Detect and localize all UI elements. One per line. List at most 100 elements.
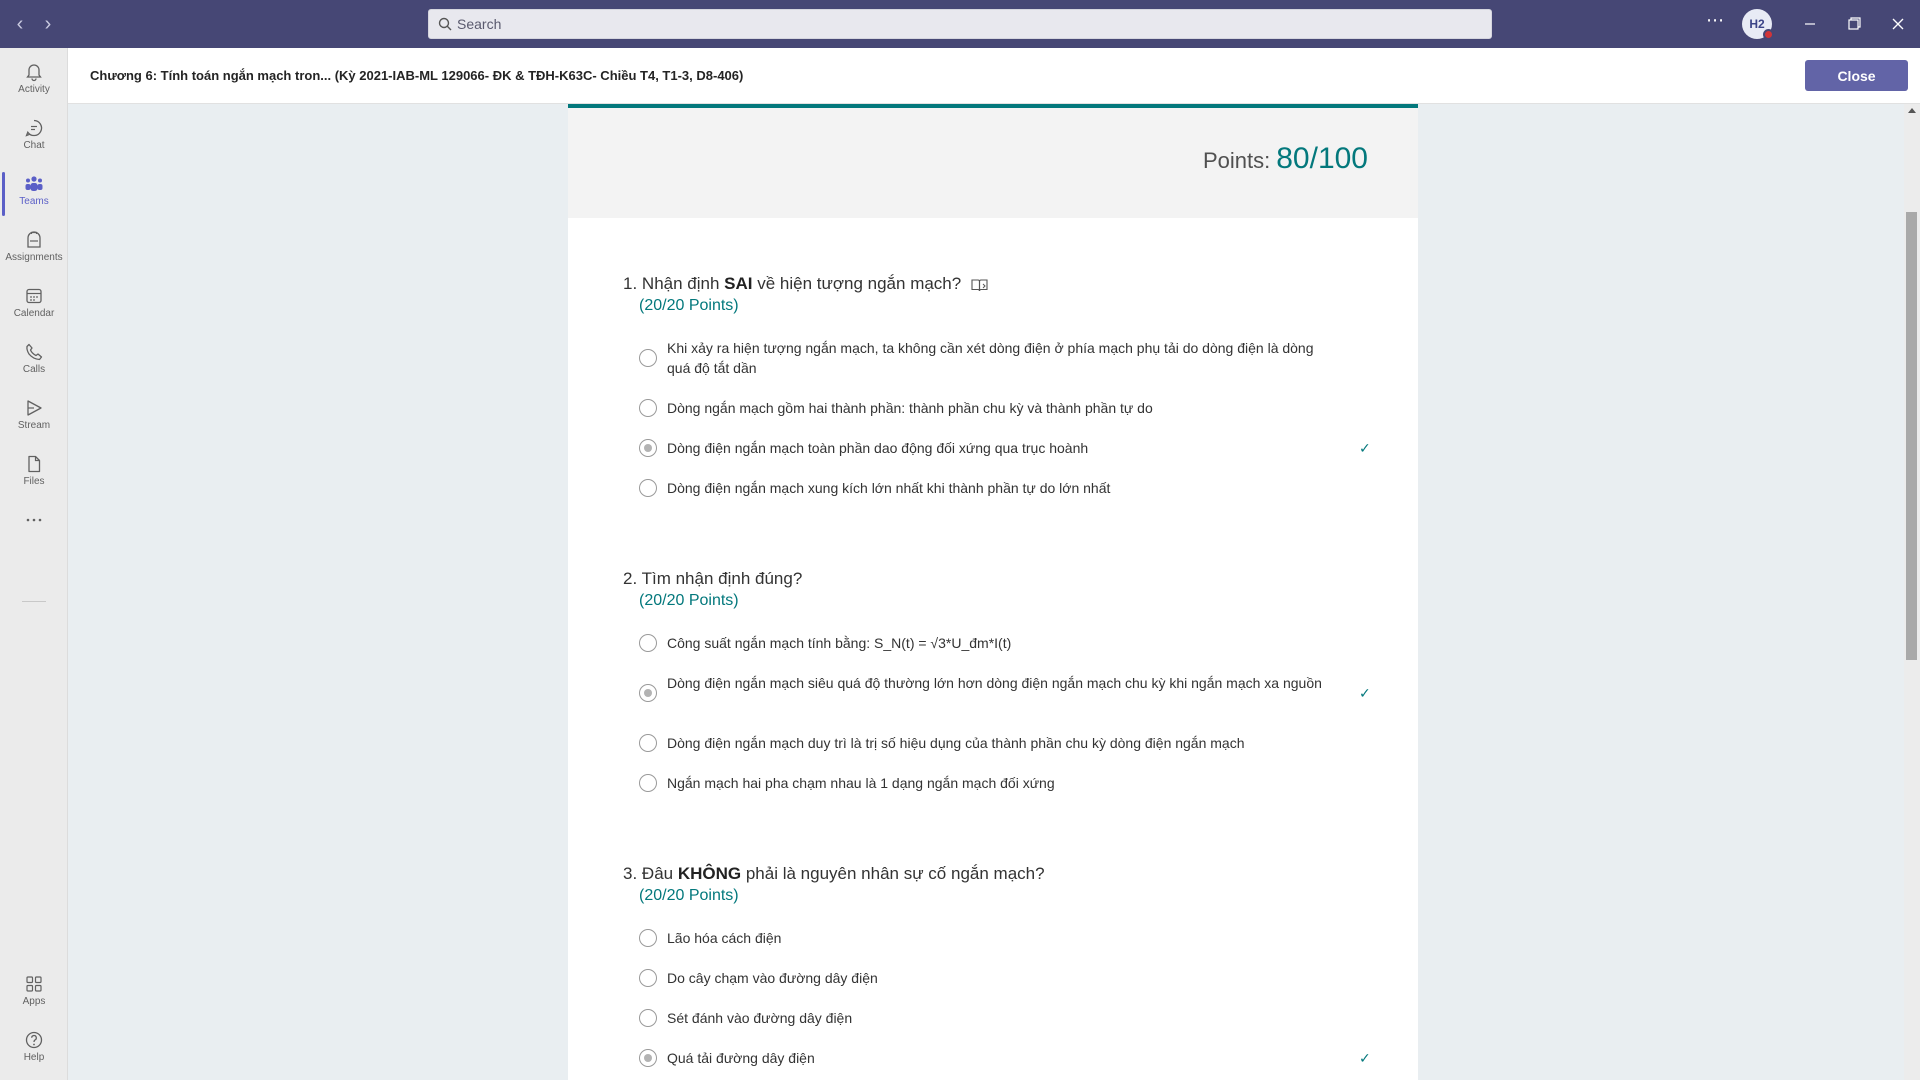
option-text: Dòng điện ngắn mạch siêu quá độ thường l… — [667, 675, 1322, 691]
search-icon — [438, 17, 452, 31]
scrollbar-thumb[interactable] — [1906, 212, 1917, 660]
rail-label: Stream — [17, 420, 51, 431]
radio-button-selected[interactable] — [639, 439, 657, 457]
correct-check-icon: ✓ — [1359, 440, 1371, 456]
vertical-scrollbar[interactable] — [1904, 104, 1920, 1080]
points-label: Points: — [1202, 148, 1271, 173]
restore-icon[interactable] — [1838, 8, 1870, 40]
rail-item-calls[interactable]: Calls — [0, 334, 68, 390]
back-arrow-icon[interactable]: ‹ — [8, 12, 32, 36]
score-banner: Points: 80/100 — [568, 104, 1418, 218]
answer-option[interactable]: Sét đánh vào đường dây điện — [639, 1008, 1359, 1028]
question-text-emphasis: KHÔNG — [677, 864, 742, 883]
avatar-initials: H2 — [1749, 17, 1765, 31]
scroll-up-arrow-icon[interactable] — [1908, 108, 1916, 113]
question-number: 3. — [623, 864, 638, 883]
rail-label: Help — [23, 1052, 45, 1063]
question-title: 2. Tìm nhận định đúng? — [623, 569, 802, 589]
question-text-post: phải là nguyên nhân sự cố ngắn mạch? — [741, 864, 1045, 883]
immersive-reader-icon[interactable] — [971, 277, 989, 293]
radio-button[interactable] — [639, 929, 657, 947]
content-area: Points: 80/100 1. Nhận định SAI về hiện t… — [68, 104, 1904, 1080]
option-text: Dòng điện ngắn mạch toàn phần dao động đ… — [667, 440, 1089, 456]
answer-option[interactable]: Khi xảy ra hiện tượng ngắn mạch, ta khôn… — [639, 338, 1359, 378]
radio-button[interactable] — [639, 634, 657, 652]
radio-button[interactable] — [639, 399, 657, 417]
option-text: Quá tải đường dây điện — [667, 1050, 815, 1066]
radio-button[interactable] — [639, 969, 657, 987]
question-points: (20/20 Points) — [639, 887, 739, 904]
rail-label: Apps — [22, 996, 46, 1007]
title-bar: ‹ › ⋯ H2 — [0, 0, 1920, 48]
question-title: 3. Đâu KHÔNG phải là nguyên nhân sự cố n… — [623, 864, 1045, 884]
option-text: Khi xảy ra hiện tượng ngắn mạch, ta khôn… — [667, 340, 1314, 376]
app-rail: Activity Chat Teams Assignments Calendar… — [0, 48, 68, 1080]
question-text-post: về hiện tượng ngắn mạch? — [752, 274, 962, 293]
question-text-pre: Nhận định — [641, 274, 725, 293]
phone-icon — [26, 343, 43, 361]
stream-play-icon — [27, 400, 42, 416]
minimize-icon[interactable] — [1794, 8, 1826, 40]
answer-option[interactable]: Lão hóa cách điện — [639, 928, 1359, 948]
rail-label: Files — [23, 476, 45, 487]
question-title: 1. Nhận định SAI về hiện tượng ngắn mạch… — [623, 274, 989, 294]
question-text-emphasis: SAI — [724, 274, 753, 293]
option-text: Dòng ngắn mạch gồm hai thành phần: thành… — [667, 400, 1153, 416]
quiz-card: Points: 80/100 1. Nhận định SAI về hiện t… — [568, 104, 1418, 1080]
avatar[interactable]: H2 — [1742, 9, 1774, 40]
option-text: Ngắn mạch hai pha chạm nhau là 1 dạng ng… — [667, 775, 1055, 791]
option-text: Sét đánh vào đường dây điện — [667, 1010, 853, 1026]
answer-option[interactable]: Quá tải đường dây điện ✓ — [639, 1048, 1371, 1068]
radio-button-selected[interactable] — [639, 684, 657, 702]
rail-label: Assignments — [5, 252, 63, 263]
radio-button[interactable] — [639, 734, 657, 752]
search-box[interactable] — [428, 9, 1492, 39]
correct-check-icon: ✓ — [1359, 1050, 1371, 1066]
search-input[interactable] — [457, 10, 1477, 38]
answer-option[interactable]: Dòng điện ngắn mạch toàn phần dao động đ… — [639, 438, 1371, 458]
answer-option[interactable]: Công suất ngắn mạch tính bằng: S_N(t) = … — [639, 633, 1359, 653]
option-text: Dòng điện ngắn mạch xung kích lớn nhất k… — [667, 480, 1111, 496]
question-text-pre: Tìm nhận định đúng? — [641, 569, 803, 588]
rail-item-stream[interactable]: Stream — [0, 390, 68, 446]
answer-option[interactable]: Dòng điện ngắn mạch duy trì là trị số hi… — [639, 733, 1359, 753]
status-dot — [1763, 29, 1774, 40]
points-value: 80/100 — [1276, 142, 1368, 175]
rail-item-teams[interactable]: Teams — [0, 166, 68, 222]
rail-item-chat[interactable]: Chat — [0, 110, 68, 166]
close-window-icon[interactable] — [1882, 8, 1914, 40]
answer-option[interactable]: Dòng điện ngắn mạch xung kích lớn nhất k… — [639, 478, 1359, 498]
rail-item-files[interactable]: Files — [0, 446, 68, 502]
more-options-icon[interactable]: ⋯ — [1706, 10, 1725, 31]
option-text: Công suất ngắn mạch tính bằng: S_N(t) = … — [667, 635, 1012, 651]
rail-item-calendar[interactable]: Calendar — [0, 278, 68, 334]
points-display: Points: 80/100 — [1203, 142, 1368, 176]
rail-item-apps[interactable]: Apps — [0, 966, 68, 1022]
more-apps-icon[interactable] — [0, 502, 68, 542]
radio-button[interactable] — [639, 479, 657, 497]
question-points: (20/20 Points) — [639, 592, 739, 609]
teams-icon — [25, 176, 43, 191]
apps-grid-icon — [26, 976, 42, 992]
rail-item-help[interactable]: Help — [0, 1022, 68, 1078]
rail-label: Activity — [18, 84, 50, 95]
close-button[interactable]: Close — [1805, 60, 1908, 91]
rail-item-assignments[interactable]: Assignments — [0, 222, 68, 278]
radio-button[interactable] — [639, 349, 657, 367]
forward-arrow-icon[interactable]: › — [36, 12, 60, 36]
radio-button[interactable] — [639, 1009, 657, 1027]
calendar-icon — [26, 288, 42, 304]
answer-option[interactable]: Do cây chạm vào đường dây điện — [639, 968, 1359, 988]
option-text: Dòng điện ngắn mạch duy trì là trị số hi… — [667, 735, 1245, 751]
backpack-icon — [27, 231, 41, 248]
answer-option[interactable]: Dòng ngắn mạch gồm hai thành phần: thành… — [639, 398, 1359, 418]
radio-button[interactable] — [639, 774, 657, 792]
option-text: Do cây chạm vào đường dây điện — [667, 970, 878, 986]
rail-item-activity[interactable]: Activity — [0, 54, 68, 110]
rail-label: Calls — [22, 364, 46, 375]
question-text-pre: Đâu — [641, 864, 678, 883]
radio-button-selected[interactable] — [639, 1049, 657, 1067]
answer-option[interactable]: Ngắn mạch hai pha chạm nhau là 1 dạng ng… — [639, 773, 1359, 793]
question-points: (20/20 Points) — [639, 297, 739, 314]
answer-option[interactable]: Dòng điện ngắn mạch siêu quá độ thường l… — [639, 673, 1371, 713]
